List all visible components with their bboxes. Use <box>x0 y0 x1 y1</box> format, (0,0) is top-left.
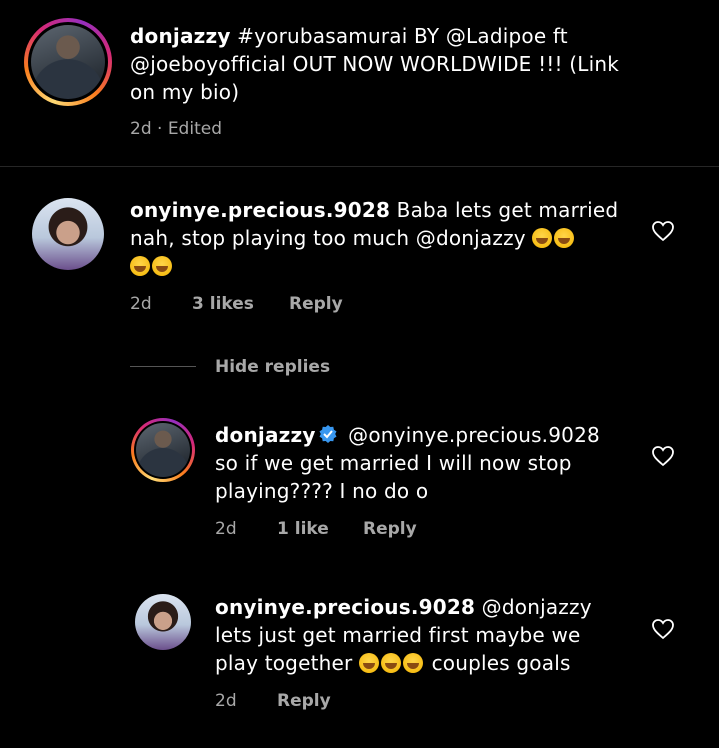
heart-icon[interactable] <box>651 445 675 467</box>
comment-avatar[interactable] <box>32 198 104 270</box>
rofl-emoji <box>532 228 553 248</box>
caption-line-3: on my bio) <box>130 80 240 104</box>
joy-emoji <box>403 653 423 673</box>
caption-divider <box>0 166 719 167</box>
reply-1-line-3: playing???? I no do o <box>215 479 429 503</box>
comment-1-time: 2d <box>130 294 152 314</box>
comment-1-likes[interactable]: 3 likes <box>192 294 254 314</box>
reply-1-mention[interactable]: @onyinye.precious.9028 <box>348 423 600 447</box>
comment-1-line-1: Baba lets get married <box>396 198 619 222</box>
joy-emoji <box>130 256 150 276</box>
caption-line-1: #yorubasamurai BY @Ladipoe ft <box>237 24 568 48</box>
reply-2-line-3-suffix: couples goals <box>431 651 571 675</box>
post-meta: 2d · Edited <box>130 119 222 139</box>
reply-1-text: donjazzy @onyinye.precious.9028 so if we… <box>215 421 635 505</box>
joy-emoji <box>381 653 401 673</box>
reply-2-time: 2d <box>215 691 237 711</box>
rofl-emoji <box>554 228 575 248</box>
comment-1-text: onyinye.precious.9028 Baba lets get marr… <box>130 196 640 280</box>
reply-2-username[interactable]: onyinye.precious.9028 <box>215 595 475 619</box>
comment-1-line-2: nah, stop playing too much @donjazzy <box>130 226 526 250</box>
reply-2-line-3: play together <box>215 651 353 675</box>
reply-2-line-2: lets just get married first maybe we <box>215 623 581 647</box>
reply-2-reply-button[interactable]: Reply <box>277 691 331 711</box>
reply-1-username[interactable]: donjazzy <box>215 423 316 447</box>
reply-2-mention[interactable]: @donjazzy <box>482 595 592 619</box>
reply-1-time: 2d <box>215 519 237 539</box>
post-avatar[interactable] <box>24 18 112 106</box>
caption-line-2: @joeboyofficial OUT NOW WORLDWIDE !!! (L… <box>130 52 620 76</box>
heart-icon[interactable] <box>651 220 675 242</box>
comment-1-username[interactable]: onyinye.precious.9028 <box>130 198 390 222</box>
reply-2-text: onyinye.precious.9028 @donjazzy lets jus… <box>215 593 635 677</box>
joy-emoji <box>359 653 379 673</box>
reply-1-line-2: so if we get married I will now stop <box>215 451 572 475</box>
joy-emoji <box>152 256 172 276</box>
reply-2-avatar[interactable] <box>135 594 191 650</box>
post-caption: donjazzy #yorubasamurai BY @Ladipoe ft @… <box>130 22 690 106</box>
reply-1-likes[interactable]: 1 like <box>277 519 329 539</box>
reply-1-reply-button[interactable]: Reply <box>363 519 417 539</box>
reply-1-avatar[interactable] <box>131 418 195 482</box>
comment-1-reply-button[interactable]: Reply <box>289 294 343 314</box>
replies-line <box>130 366 196 367</box>
hide-replies-button[interactable]: Hide replies <box>215 357 330 377</box>
verified-badge-icon <box>319 425 337 443</box>
heart-icon[interactable] <box>651 618 675 640</box>
post-username[interactable]: donjazzy <box>130 24 231 48</box>
